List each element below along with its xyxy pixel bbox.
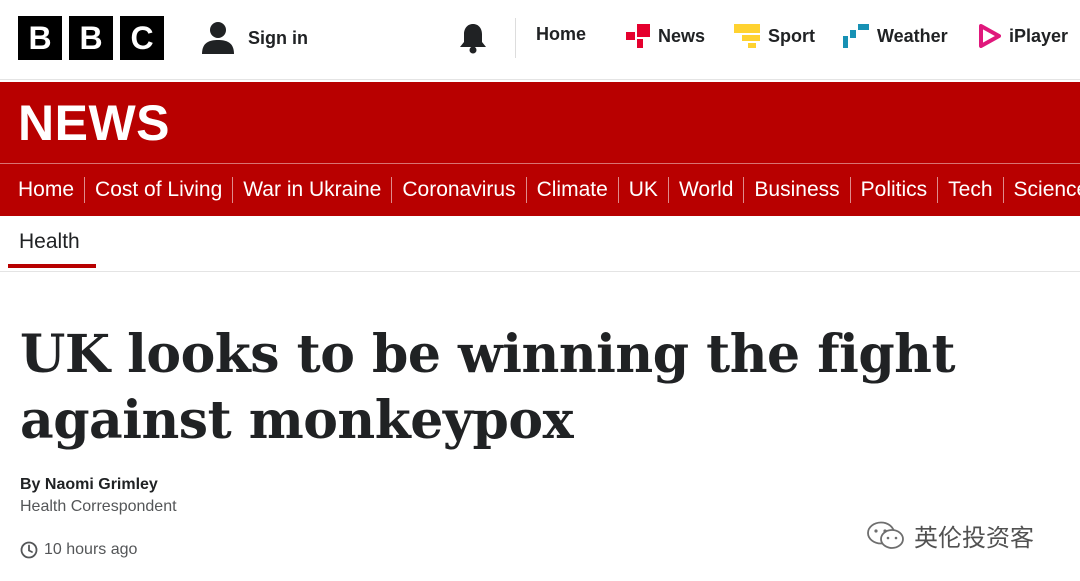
section-link-uk[interactable]: UK bbox=[619, 177, 669, 203]
top-bar: B B C Sign in Home News Sport Weather iP… bbox=[0, 0, 1080, 80]
section-link-tech[interactable]: Tech bbox=[938, 177, 1004, 203]
sport-icon bbox=[734, 24, 760, 48]
byline: By Naomi Grimley Health Correspondent bbox=[20, 476, 177, 516]
article-headline: UK looks to be winning the fight against… bbox=[20, 324, 956, 451]
wechat-icon bbox=[867, 521, 904, 549]
section-link-science[interactable]: Science bbox=[1004, 177, 1080, 203]
nav-home[interactable]: Home bbox=[536, 24, 586, 45]
iplayer-icon bbox=[979, 24, 1001, 48]
section-nav: Home Cost of Living War in Ukraine Coron… bbox=[0, 164, 1080, 216]
nav-sport-label: Sport bbox=[768, 25, 815, 46]
watermark-text: 英伦投资客 bbox=[914, 524, 1034, 552]
nav-iplayer[interactable]: iPlayer bbox=[979, 24, 1068, 48]
weather-icon bbox=[843, 24, 869, 48]
timestamp: 10 hours ago bbox=[20, 541, 137, 559]
section-link-business[interactable]: Business bbox=[744, 177, 851, 203]
top-nav: Home News Sport Weather iPlayer bbox=[0, 0, 1080, 80]
nav-weather-label: Weather bbox=[877, 25, 948, 46]
nav-sport[interactable]: Sport bbox=[734, 24, 815, 48]
nav-iplayer-label: iPlayer bbox=[1009, 25, 1069, 46]
nav-news-label: News bbox=[658, 25, 706, 46]
watermark: 英伦投资客 bbox=[866, 518, 1034, 553]
news-title[interactable]: NEWS bbox=[18, 94, 170, 152]
author-role: Health Correspondent bbox=[20, 498, 177, 515]
timestamp-text: 10 hours ago bbox=[44, 541, 138, 558]
sub-nav: Health bbox=[0, 216, 1080, 272]
news-banner: NEWS bbox=[0, 82, 1080, 164]
section-link-war-in-ukraine[interactable]: War in Ukraine bbox=[233, 177, 393, 203]
section-link-climate[interactable]: Climate bbox=[527, 177, 619, 203]
author-name: By Naomi Grimley bbox=[20, 476, 158, 493]
nav-news[interactable]: News bbox=[626, 24, 705, 48]
nav-weather[interactable]: Weather bbox=[843, 24, 948, 48]
section-link-coronavirus[interactable]: Coronavirus bbox=[392, 177, 527, 203]
section-link-cost-of-living[interactable]: Cost of Living bbox=[85, 177, 234, 203]
clock-icon bbox=[20, 541, 38, 559]
active-tab-indicator bbox=[8, 264, 96, 268]
section-link-world[interactable]: World bbox=[669, 177, 745, 203]
section-link-home[interactable]: Home bbox=[8, 177, 86, 203]
subnav-item-health[interactable]: Health bbox=[19, 230, 80, 254]
nav-home-label: Home bbox=[536, 24, 587, 44]
section-link-politics[interactable]: Politics bbox=[851, 177, 939, 203]
news-icon bbox=[626, 24, 650, 48]
